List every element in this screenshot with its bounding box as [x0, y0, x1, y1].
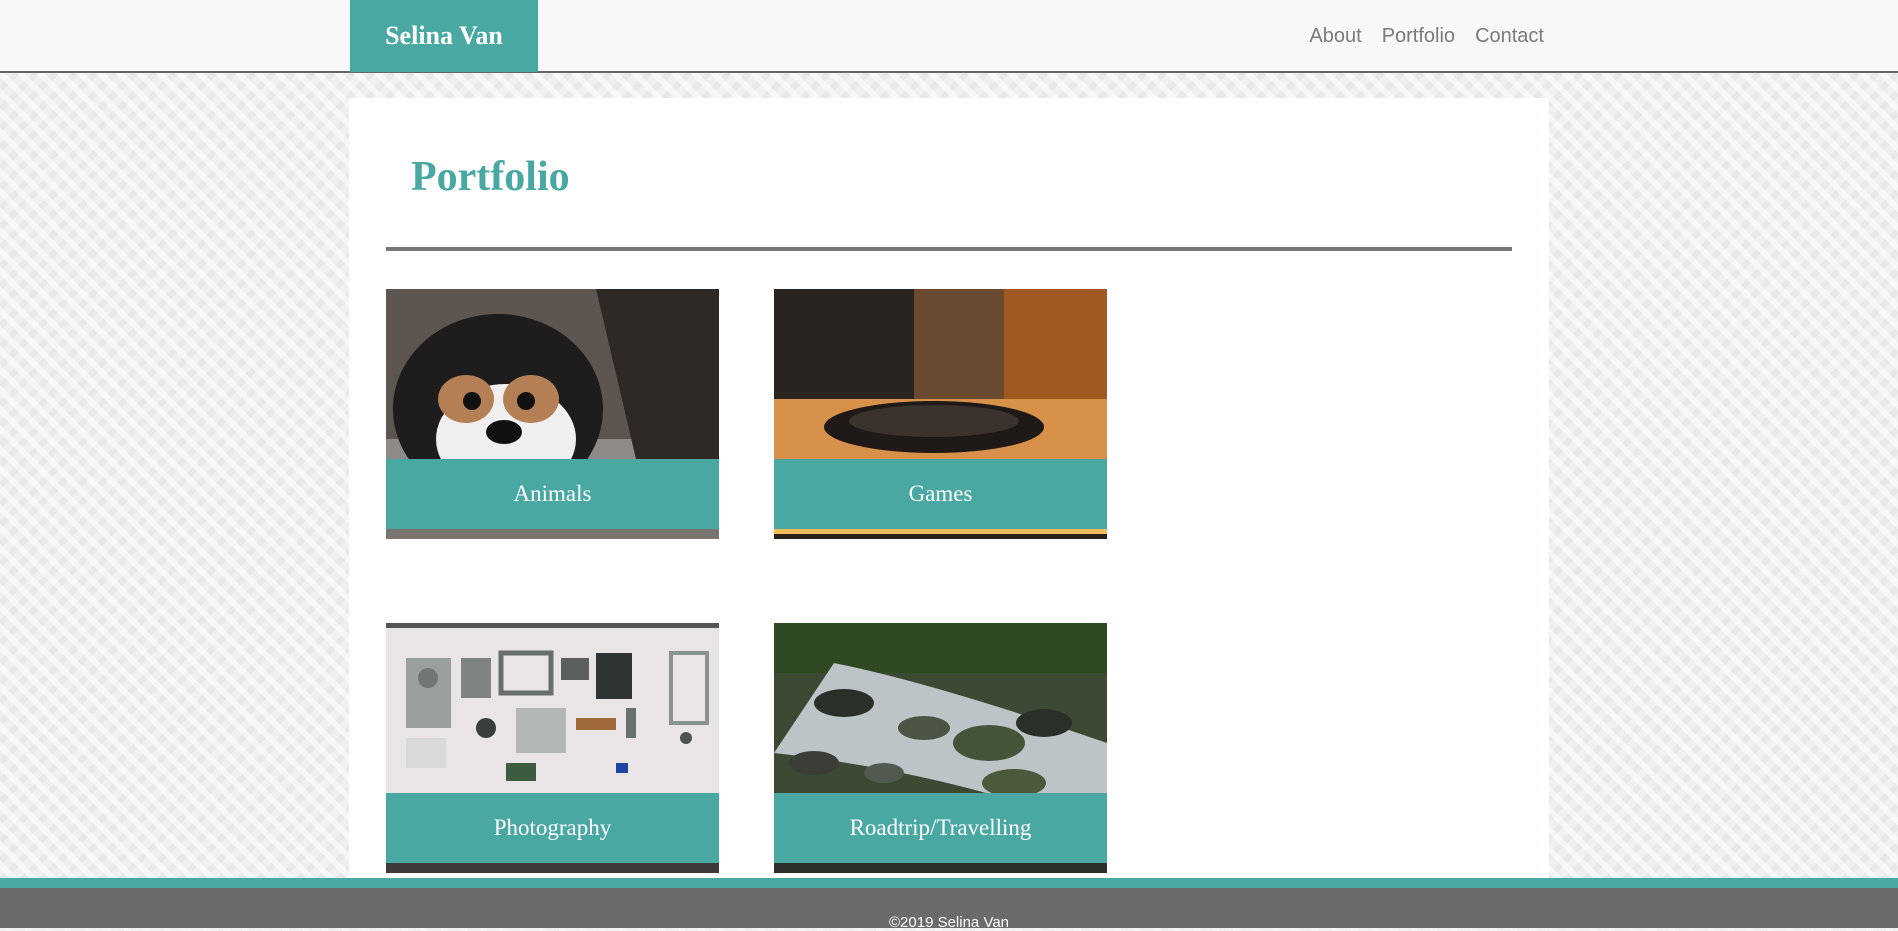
nav-links: About Portfolio Contact	[1309, 0, 1544, 72]
portfolio-card-animals[interactable]: Animals	[386, 289, 719, 539]
page-title: Portfolio	[411, 154, 570, 200]
card-label: Animals	[386, 459, 719, 529]
card-label: Roadtrip/Travelling	[774, 793, 1107, 863]
nav-link-portfolio[interactable]: Portfolio	[1382, 25, 1455, 48]
card-label: Games	[774, 459, 1107, 529]
portfolio-card-photography[interactable]: Photography	[386, 623, 719, 873]
nav-link-contact[interactable]: Contact	[1475, 25, 1544, 48]
navbar: Selina Van About Portfolio Contact	[0, 0, 1898, 73]
footer: ©2019 Selina Van	[0, 888, 1898, 931]
main-content: Portfolio Animals Games Photography Road…	[349, 98, 1549, 878]
footer-copyright: ©2019 Selina Van	[888, 914, 1010, 931]
footer-accent-stripe	[0, 878, 1898, 888]
card-label: Photography	[386, 793, 719, 863]
portfolio-card-roadtrip[interactable]: Roadtrip/Travelling	[774, 623, 1107, 873]
title-divider	[386, 247, 1512, 251]
brand-logo[interactable]: Selina Van	[350, 0, 538, 72]
portfolio-card-games[interactable]: Games	[774, 289, 1107, 539]
nav-link-about[interactable]: About	[1309, 25, 1361, 48]
